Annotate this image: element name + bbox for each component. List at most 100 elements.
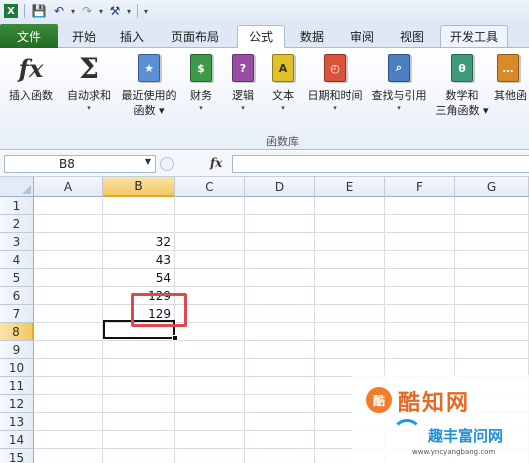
watermark-logo: 酷 bbox=[366, 387, 392, 413]
fx-icon[interactable]: fx bbox=[210, 156, 222, 170]
tab-data[interactable]: 数据 bbox=[290, 25, 334, 48]
column-gridline bbox=[314, 197, 315, 463]
tab-home[interactable]: 开始 bbox=[62, 25, 106, 48]
more-functions-button[interactable]: … 其他函 bbox=[494, 52, 529, 103]
tab-review[interactable]: 审阅 bbox=[340, 25, 384, 48]
row-header-2[interactable]: 2 bbox=[0, 215, 34, 233]
select-all-triangle bbox=[22, 185, 31, 194]
name-box[interactable]: B8 ▼ bbox=[4, 155, 156, 173]
row-header-9[interactable]: 9 bbox=[0, 341, 34, 359]
column-header-d[interactable]: D bbox=[245, 177, 315, 197]
logical-button[interactable]: ? 逻辑 ▾ bbox=[226, 52, 260, 113]
select-all-button[interactable] bbox=[0, 177, 34, 197]
button-label: 自动求和 bbox=[67, 89, 111, 102]
row-header-11[interactable]: 11 bbox=[0, 377, 34, 395]
button-label: 三角函数 ▾ bbox=[435, 104, 489, 117]
column-header-g[interactable]: G bbox=[455, 177, 529, 197]
undo-dropdown-icon[interactable]: ▾ bbox=[71, 7, 75, 16]
qat-more-icon[interactable]: ▾ bbox=[144, 7, 148, 16]
row-header-6[interactable]: 6 bbox=[0, 287, 34, 305]
column-header-e[interactable]: E bbox=[315, 177, 385, 197]
highlight-annotation-box bbox=[131, 293, 187, 327]
logic-book-icon: ? bbox=[232, 54, 254, 82]
recently-used-button[interactable]: ★ 最近使用的 函数 ▾ bbox=[118, 52, 180, 118]
fill-handle[interactable] bbox=[172, 335, 178, 341]
tab-view[interactable]: 视图 bbox=[390, 25, 434, 48]
tab-developer[interactable]: 开发工具 bbox=[440, 25, 508, 48]
row-header-5[interactable]: 5 bbox=[0, 269, 34, 287]
row-header-13[interactable]: 13 bbox=[0, 413, 34, 431]
function-library-group-label: 函数库 bbox=[0, 133, 529, 149]
cell-b3[interactable]: 32 bbox=[103, 233, 175, 251]
icon-wrap: ◴ bbox=[321, 52, 349, 84]
icon-wrap: A bbox=[269, 52, 297, 84]
sigma-icon: Σ bbox=[79, 51, 99, 85]
icon-wrap: θ bbox=[448, 52, 476, 84]
icon-wrap: ★ bbox=[135, 52, 163, 84]
row-header-10[interactable]: 10 bbox=[0, 359, 34, 377]
save-icon[interactable]: 💾 bbox=[31, 3, 47, 19]
button-label: 其他函 bbox=[494, 89, 527, 102]
undo-icon[interactable]: ↶ bbox=[51, 3, 67, 19]
redo-dropdown-icon[interactable]: ▾ bbox=[99, 7, 103, 16]
customize-dropdown-icon[interactable]: ▾ bbox=[127, 7, 131, 16]
autosum-button[interactable]: Σ 自动求和 ▾ bbox=[62, 52, 116, 113]
text-button[interactable]: A 文本 ▾ bbox=[266, 52, 300, 113]
math-book-icon: θ bbox=[451, 54, 473, 82]
row-header-7[interactable]: 7 bbox=[0, 305, 34, 323]
finance-book-icon: $ bbox=[190, 54, 212, 82]
lookup-book-icon: ⌕ bbox=[388, 54, 410, 82]
watermark: 酷 酷知网 趣丰富问网 www.yncyangbang.com bbox=[352, 375, 529, 463]
button-label: 最近使用的 bbox=[121, 89, 177, 102]
column-header-b[interactable]: B bbox=[103, 177, 175, 197]
dropdown-arrow: ▾ bbox=[241, 104, 245, 112]
row-header-3[interactable]: 3 bbox=[0, 233, 34, 251]
lookup-reference-button[interactable]: ⌕ 查找与引用 ▾ bbox=[368, 52, 430, 113]
math-trig-button[interactable]: θ 数学和 三角函数 ▾ bbox=[432, 52, 492, 118]
button-label: 逻辑 bbox=[232, 89, 254, 102]
dropdown-arrow: ▾ bbox=[87, 104, 91, 112]
excel-logo-icon: X bbox=[4, 4, 18, 18]
row-header-4[interactable]: 4 bbox=[0, 251, 34, 269]
dropdown-arrow: ▾ bbox=[397, 104, 401, 112]
button-label: 财务 bbox=[190, 89, 212, 102]
formula-bar-resize-handle[interactable] bbox=[160, 157, 174, 171]
row-header-1[interactable]: 1 bbox=[0, 197, 34, 215]
fx-icon: fx bbox=[18, 53, 44, 83]
group-label-text: 函数库 bbox=[266, 135, 299, 148]
tab-page-layout[interactable]: 页面布局 bbox=[160, 25, 230, 48]
formula-input[interactable] bbox=[232, 155, 529, 173]
text-book-icon: A bbox=[272, 54, 294, 82]
customize-icon[interactable]: ⚒ bbox=[107, 3, 123, 19]
watermark-url: www.yncyangbang.com bbox=[412, 448, 496, 456]
icon-wrap: ? bbox=[229, 52, 257, 84]
button-label: 函数 ▾ bbox=[133, 104, 165, 117]
button-label: 日期和时间 bbox=[307, 89, 363, 102]
redo-icon[interactable]: ↷ bbox=[79, 3, 95, 19]
icon-wrap: $ bbox=[187, 52, 215, 84]
row-header-15[interactable]: 15 bbox=[0, 449, 34, 463]
watermark-brand: 酷知网 bbox=[398, 391, 471, 416]
date-time-button[interactable]: ◴ 日期和时间 ▾ bbox=[304, 52, 366, 113]
financial-button[interactable]: $ 财务 ▾ bbox=[184, 52, 218, 113]
cell-b4[interactable]: 43 bbox=[103, 251, 175, 269]
row-header-12[interactable]: 12 bbox=[0, 395, 34, 413]
icon-wrap: … bbox=[494, 52, 522, 84]
insert-function-button[interactable]: fx 插入函数 bbox=[4, 52, 58, 103]
column-header-c[interactable]: C bbox=[175, 177, 245, 197]
tab-formulas[interactable]: 公式 bbox=[237, 25, 285, 48]
column-header-a[interactable]: A bbox=[34, 177, 103, 197]
watermark-brand-secondary: 趣丰富问网 bbox=[428, 427, 504, 445]
column-header-f[interactable]: F bbox=[385, 177, 455, 197]
formula-bar: B8 ▼ fx bbox=[0, 151, 529, 177]
cell-b5[interactable]: 54 bbox=[103, 269, 175, 287]
row-header-8[interactable]: 8 bbox=[0, 323, 34, 341]
wifi-icon bbox=[392, 419, 422, 449]
name-box-dropdown-icon[interactable]: ▼ bbox=[145, 157, 151, 166]
more-book-icon: … bbox=[497, 54, 519, 82]
icon-wrap: ⌕ bbox=[385, 52, 413, 84]
tab-file[interactable]: 文件 bbox=[0, 24, 58, 48]
separator bbox=[24, 4, 25, 18]
tab-insert[interactable]: 插入 bbox=[110, 25, 154, 48]
row-header-14[interactable]: 14 bbox=[0, 431, 34, 449]
